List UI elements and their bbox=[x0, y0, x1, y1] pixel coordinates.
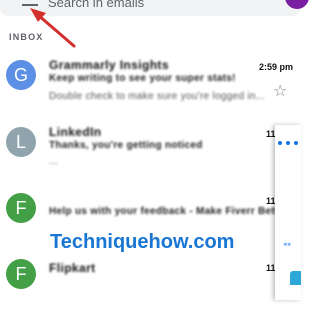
email-time: 2:59 pm bbox=[259, 62, 294, 72]
email-snippet: Double check to make sure you're logged … bbox=[49, 91, 266, 102]
inbox-label: INBOX bbox=[9, 32, 44, 42]
avatar: F bbox=[6, 193, 36, 223]
email-snippet: ... bbox=[49, 156, 59, 167]
email-row[interactable]: L LinkedIn 11 Thanks, you're getting not… bbox=[0, 121, 301, 185]
translate-icon[interactable]: ᕯ bbox=[283, 242, 291, 253]
avatar: F bbox=[6, 259, 36, 289]
avatar: G bbox=[6, 60, 36, 90]
email-subject: Thanks, you're getting noticed bbox=[49, 140, 203, 151]
star-icon[interactable]: ☆ bbox=[273, 81, 287, 101]
sender-name: Grammarly Insights bbox=[49, 58, 169, 72]
email-subject: Keep writing to see your super stats! bbox=[49, 73, 236, 84]
email-row[interactable]: G Grammarly Insights 2:59 pm Keep writin… bbox=[0, 54, 301, 118]
email-subject: Help us with your feedback - Make Fiverr… bbox=[49, 206, 289, 217]
sender-name: LinkedIn bbox=[49, 125, 102, 139]
email-row[interactable]: F Flipkart 11 bbox=[0, 256, 301, 320]
avatar: L bbox=[6, 127, 36, 157]
more-dots-icon[interactable] bbox=[278, 141, 298, 145]
watermark-text: Techniquehow.com bbox=[50, 231, 235, 253]
panel-corner-icon bbox=[290, 271, 301, 285]
side-panel[interactable]: ᕯ bbox=[275, 125, 301, 300]
sender-name: Flipkart bbox=[49, 261, 96, 275]
